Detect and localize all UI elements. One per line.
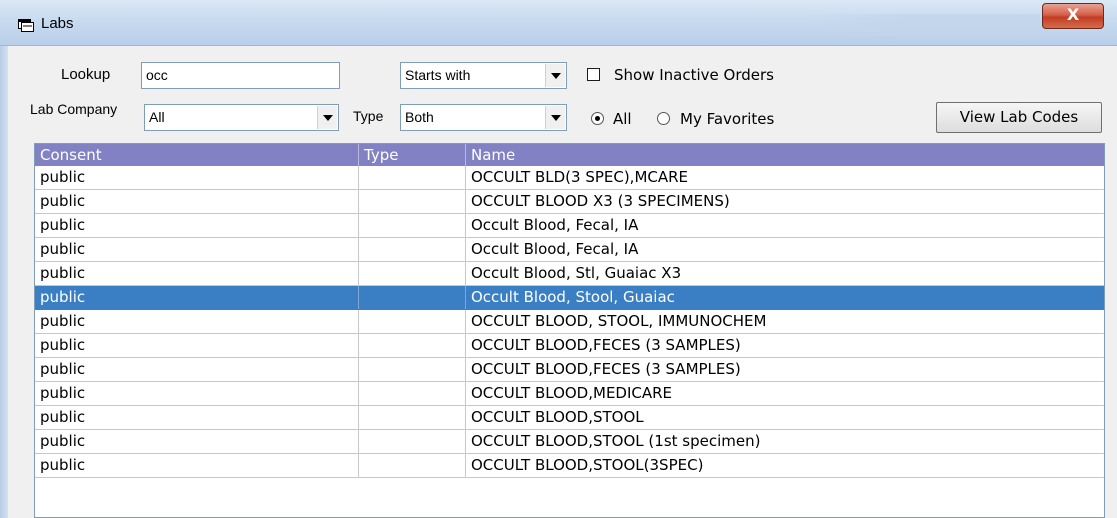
cell-name: OCCULT BLOOD,MEDICARE bbox=[471, 384, 673, 402]
table-row[interactable]: public Occult Blood, Fecal, IA bbox=[35, 238, 1104, 262]
scope-all-label[interactable]: All bbox=[613, 110, 632, 128]
table-row[interactable]: public OCCULT BLOOD, STOOL, IMMUNOCHEM bbox=[35, 310, 1104, 334]
match-mode-select[interactable]: Starts with bbox=[400, 62, 567, 89]
show-inactive-checkbox[interactable] bbox=[587, 68, 600, 81]
cell-name: OCCULT BLOOD,STOOL(3SPEC) bbox=[471, 456, 704, 474]
cell-name: Occult Blood, Stl, Guaiac X3 bbox=[471, 264, 682, 282]
match-mode-value: Starts with bbox=[405, 67, 471, 83]
cell-name: OCCULT BLOOD,STOOL (1st specimen) bbox=[471, 432, 761, 450]
cell-type bbox=[359, 454, 466, 477]
column-header-consent[interactable]: Consent bbox=[35, 144, 359, 166]
cell-consent: public bbox=[35, 286, 359, 309]
column-header-name[interactable]: Name bbox=[466, 144, 1104, 166]
cell-consent: public bbox=[35, 430, 359, 453]
lab-company-value: All bbox=[149, 109, 165, 125]
cell-type bbox=[359, 214, 466, 237]
cell-name: OCCULT BLOOD,STOOL bbox=[471, 408, 644, 426]
table-row[interactable]: public Occult Blood, Fecal, IA bbox=[35, 214, 1104, 238]
cell-consent: public bbox=[35, 310, 359, 333]
cell-consent: public bbox=[35, 214, 359, 237]
cell-type bbox=[359, 166, 466, 189]
close-button[interactable]: X bbox=[1042, 3, 1104, 29]
chevron-down-icon[interactable] bbox=[545, 106, 565, 129]
table-row[interactable]: public OCCULT BLOOD,STOOL(3SPEC) bbox=[35, 454, 1104, 478]
table-row[interactable]: public OCCULT BLOOD,FECES (3 SAMPLES) bbox=[35, 358, 1104, 382]
cell-type bbox=[359, 310, 466, 333]
window-app-icon bbox=[18, 19, 34, 32]
column-header-type[interactable]: Type bbox=[359, 144, 466, 166]
cell-consent: public bbox=[35, 406, 359, 429]
labs-table[interactable]: Consent Type Name public OCCULT BLD(3 SPE… bbox=[34, 143, 1105, 518]
window-title: Labs bbox=[41, 15, 74, 32]
cell-name: OCCULT BLD(3 SPEC),MCARE bbox=[471, 168, 689, 186]
table-row[interactable]: public OCCULT BLOOD,FECES (3 SAMPLES) bbox=[35, 334, 1104, 358]
table-header: Consent Type Name bbox=[35, 144, 1104, 166]
cell-type bbox=[359, 334, 466, 357]
close-icon: X bbox=[1066, 5, 1080, 24]
scope-all-radio[interactable] bbox=[591, 112, 604, 125]
window-frame-edge bbox=[0, 46, 8, 518]
table-row[interactable]: public Occult Blood, Stl, Guaiac X3 bbox=[35, 262, 1104, 286]
cell-type bbox=[359, 190, 466, 213]
cell-type bbox=[359, 262, 466, 285]
table-row[interactable]: public OCCULT BLOOD,MEDICARE bbox=[35, 382, 1104, 406]
cell-type bbox=[359, 238, 466, 261]
table-row[interactable]: public OCCULT BLD(3 SPEC),MCARE bbox=[35, 166, 1104, 190]
cell-name: OCCULT BLOOD,FECES (3 SAMPLES) bbox=[471, 360, 741, 378]
cell-consent: public bbox=[35, 358, 359, 381]
cell-consent: public bbox=[35, 334, 359, 357]
cell-consent: public bbox=[35, 454, 359, 477]
chevron-down-icon[interactable] bbox=[545, 64, 565, 87]
cell-type bbox=[359, 406, 466, 429]
cell-type bbox=[359, 358, 466, 381]
chevron-down-icon[interactable] bbox=[317, 106, 337, 129]
cell-consent: public bbox=[35, 166, 359, 189]
lab-company-label: Lab Company bbox=[30, 101, 118, 117]
cell-consent: public bbox=[35, 382, 359, 405]
lookup-input[interactable]: occ bbox=[141, 62, 340, 89]
type-value: Both bbox=[405, 109, 434, 125]
scope-favorites-label[interactable]: My Favorites bbox=[680, 110, 774, 128]
table-row[interactable]: public OCCULT BLOOD,STOOL bbox=[35, 406, 1104, 430]
cell-type bbox=[359, 430, 466, 453]
cell-name: Occult Blood, Stool, Guaiac bbox=[471, 288, 675, 306]
cell-type bbox=[359, 382, 466, 405]
cell-name: Occult Blood, Fecal, IA bbox=[471, 216, 639, 234]
cell-name: OCCULT BLOOD,FECES (3 SAMPLES) bbox=[471, 336, 741, 354]
cell-consent: public bbox=[35, 238, 359, 261]
cell-name: Occult Blood, Fecal, IA bbox=[471, 240, 639, 258]
cell-name: OCCULT BLOOD X3 (3 SPECIMENS) bbox=[471, 192, 730, 210]
type-label: Type bbox=[353, 108, 384, 124]
cell-consent: public bbox=[35, 190, 359, 213]
table-row[interactable]: public OCCULT BLOOD X3 (3 SPECIMENS) bbox=[35, 190, 1104, 214]
type-select[interactable]: Both bbox=[400, 104, 567, 131]
view-lab-codes-button[interactable]: View Lab Codes bbox=[936, 102, 1102, 133]
cell-name: OCCULT BLOOD, STOOL, IMMUNOCHEM bbox=[471, 312, 767, 330]
cell-type bbox=[359, 286, 466, 309]
show-inactive-label[interactable]: Show Inactive Orders bbox=[614, 66, 774, 84]
table-row[interactable]: public OCCULT BLOOD,STOOL (1st specimen) bbox=[35, 430, 1104, 454]
lab-company-select[interactable]: All bbox=[144, 104, 339, 131]
lookup-label: Lookup bbox=[61, 66, 111, 83]
cell-consent: public bbox=[35, 262, 359, 285]
title-bar[interactable]: Labs X bbox=[0, 0, 1117, 46]
scope-favorites-radio[interactable] bbox=[657, 112, 670, 125]
table-row[interactable]: public Occult Blood, Stool, Guaiac bbox=[35, 286, 1104, 310]
background-window-ghost bbox=[810, 14, 1040, 36]
